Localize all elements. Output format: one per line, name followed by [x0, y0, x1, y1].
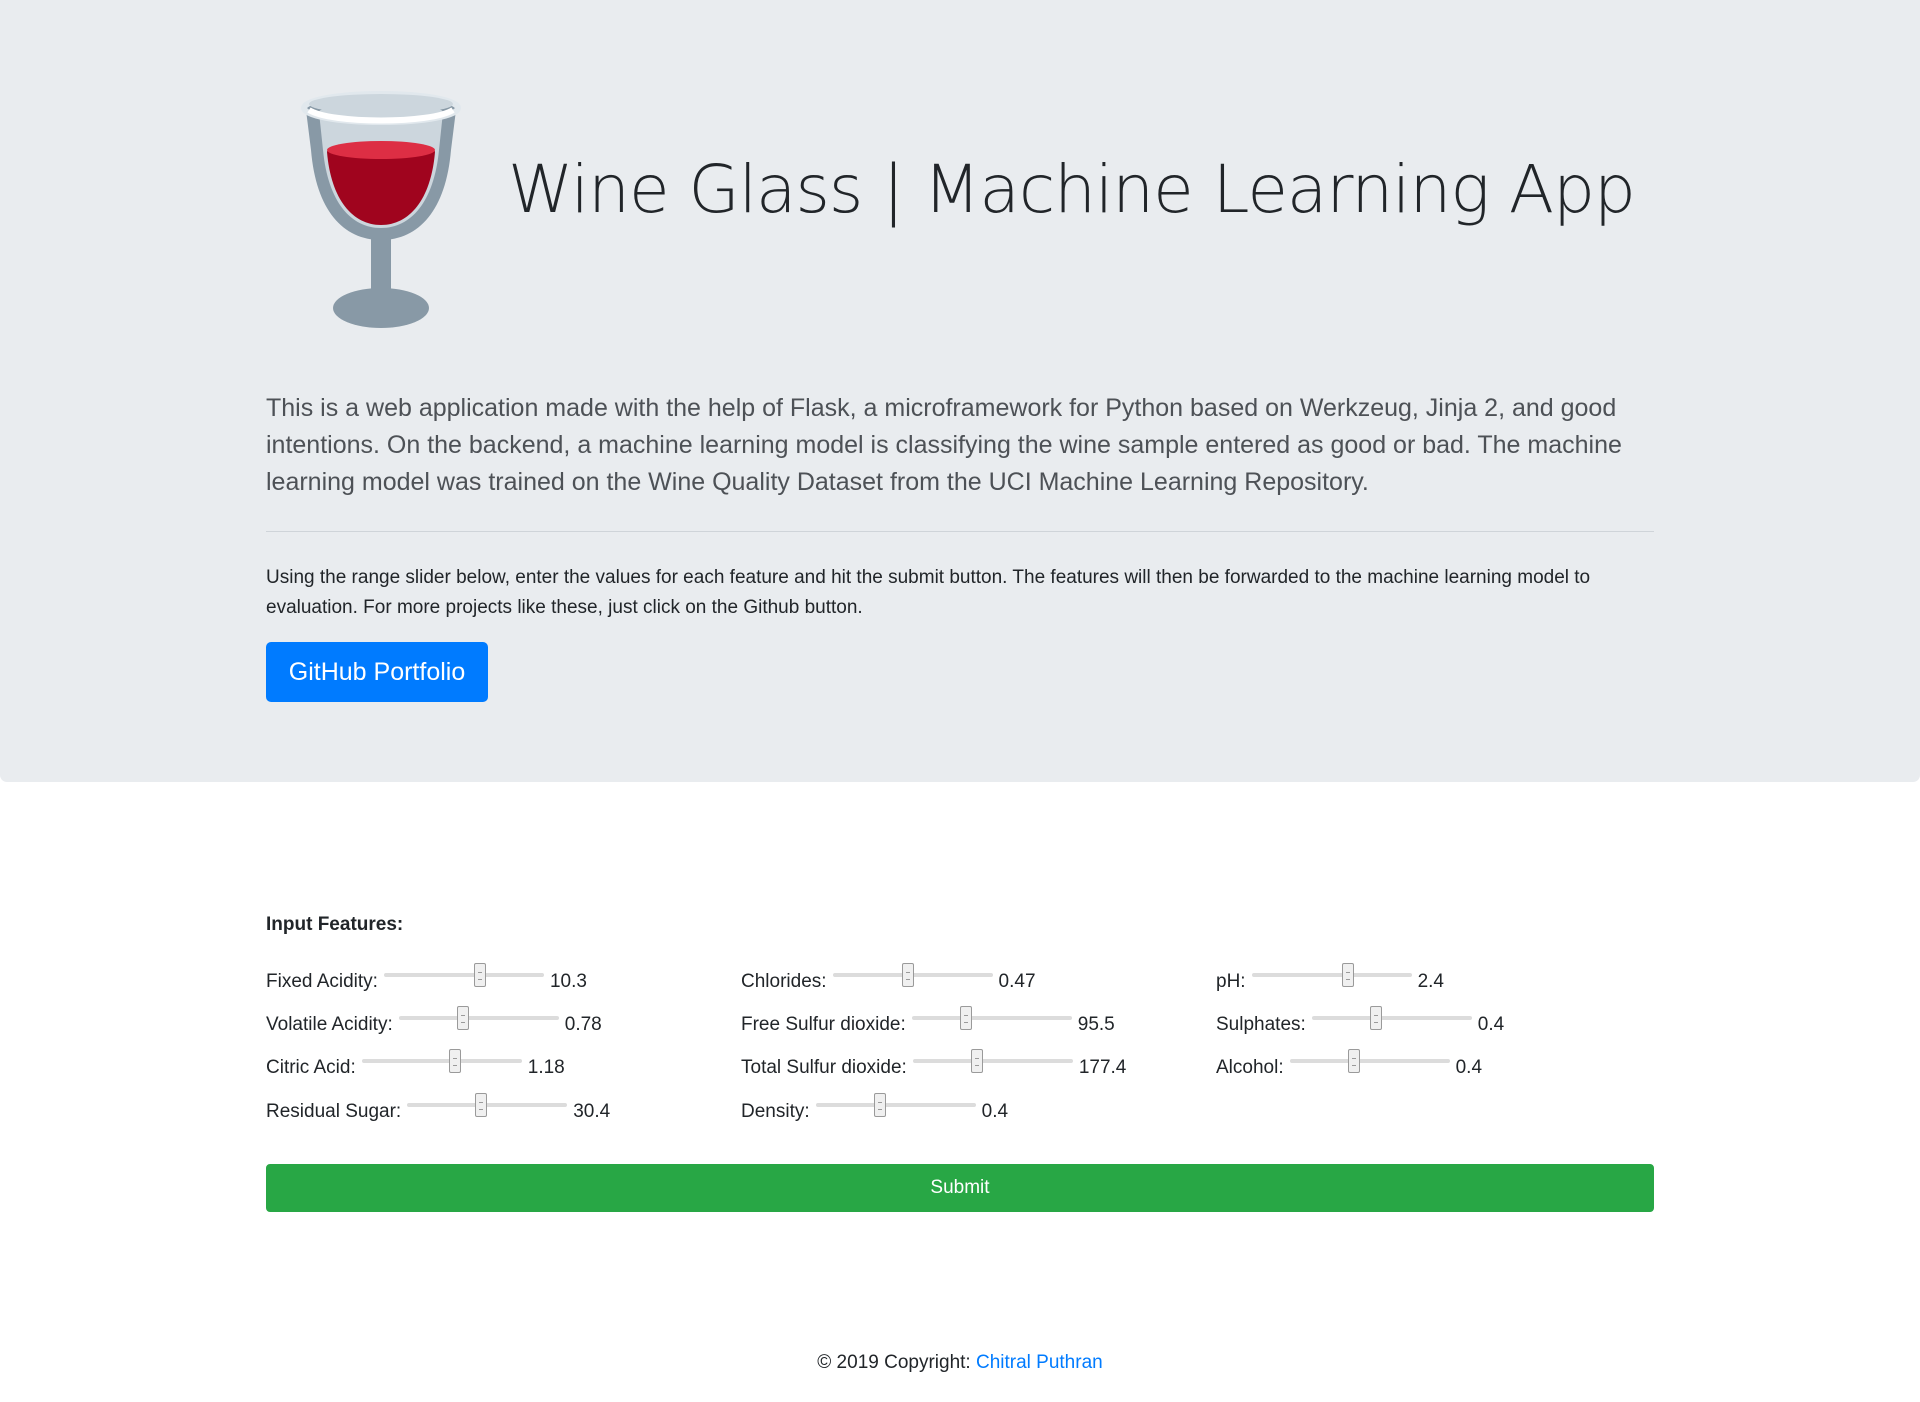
slider-thumb[interactable]: [1347, 1049, 1360, 1073]
feature-density: Density: 0.4: [741, 1092, 1008, 1132]
slider-thumb[interactable]: [448, 1049, 461, 1073]
feature-label: Citric Acid:: [266, 1057, 356, 1078]
github-portfolio-button[interactable]: GitHub Portfolio: [266, 642, 488, 702]
citric-acid-slider[interactable]: [361, 1049, 522, 1073]
slider-thumb[interactable]: [970, 1049, 983, 1073]
feature-value: 0.4: [981, 1101, 1009, 1122]
feature-chlorides: Chlorides: 0.47: [741, 962, 1036, 1002]
feature-residual-sugar: Residual Sugar: 30.4: [266, 1092, 610, 1132]
input-features-heading: Input Features:: [266, 914, 404, 935]
feature-label: Free Sulfur dioxide:: [741, 1014, 906, 1035]
slider-thumb[interactable]: [1341, 963, 1354, 987]
instructions-text: Using the range slider below, enter the …: [266, 567, 1591, 618]
app-description: This is a web application made with the …: [266, 394, 1622, 496]
feature-label: Alcohol:: [1216, 1057, 1284, 1078]
chlorides-slider[interactable]: [832, 963, 993, 987]
feature-volatile-acidity: Volatile Acidity: 0.78: [266, 1005, 602, 1045]
slider-thumb[interactable]: [456, 1006, 469, 1030]
divider: [266, 531, 1654, 532]
feature-value: 10.3: [549, 971, 587, 992]
feature-fixed-acidity: Fixed Acidity: 10.3: [266, 962, 587, 1002]
slider-thumb[interactable]: [901, 963, 914, 987]
free-sulfur-dioxide-slider[interactable]: [911, 1006, 1072, 1030]
sulphates-slider[interactable]: [1311, 1006, 1472, 1030]
feature-value: 0.4: [1477, 1014, 1505, 1035]
feature-value: 30.4: [573, 1101, 611, 1122]
feature-alcohol: Alcohol: 0.4: [1216, 1048, 1482, 1088]
residual-sugar-slider[interactable]: [407, 1093, 568, 1117]
feature-value: 1.18: [527, 1057, 565, 1078]
total-sulfur-dioxide-slider[interactable]: [912, 1049, 1073, 1073]
feature-sulphates: Sulphates: 0.4: [1216, 1005, 1504, 1045]
author-link[interactable]: Chitral Puthran: [976, 1352, 1103, 1373]
feature-label: Residual Sugar:: [266, 1101, 402, 1122]
fixed-acidity-slider[interactable]: [383, 963, 544, 987]
slider-thumb[interactable]: [473, 963, 486, 987]
volatile-acidity-slider[interactable]: [398, 1006, 559, 1030]
ph-slider[interactable]: [1251, 963, 1412, 987]
slider-thumb[interactable]: [1369, 1006, 1382, 1030]
slider-thumb[interactable]: [960, 1006, 973, 1030]
footer: © 2019 Copyright: Chitral Puthran: [0, 1352, 1920, 1374]
feature-free-sulfur-dioxide: Free Sulfur dioxide: 95.5: [741, 1005, 1115, 1045]
submit-button[interactable]: Submit: [266, 1164, 1654, 1212]
copyright-text: © 2019 Copyright:: [817, 1352, 971, 1373]
feature-label: Sulphates:: [1216, 1014, 1306, 1035]
feature-label: Volatile Acidity:: [266, 1014, 393, 1035]
feature-value: 2.4: [1417, 971, 1444, 992]
page-title: Wine Glass | Machine Learning App: [508, 151, 1636, 228]
feature-total-sulfur-dioxide: Total Sulfur dioxide: 177.4: [741, 1048, 1126, 1088]
feature-label: Total Sulfur dioxide:: [741, 1057, 907, 1078]
feature-label: pH:: [1216, 971, 1246, 992]
feature-value: 0.4: [1455, 1057, 1483, 1078]
feature-value: 95.5: [1077, 1014, 1115, 1035]
density-slider[interactable]: [815, 1093, 976, 1117]
feature-value: 0.47: [998, 971, 1036, 992]
feature-label: Chlorides:: [741, 971, 827, 992]
jumbotron-header: Wine Glass | Machine Learning App This i…: [0, 0, 1920, 782]
feature-ph: pH: 2.4: [1216, 962, 1444, 1002]
feature-label: Density:: [741, 1101, 810, 1122]
slider-thumb[interactable]: [873, 1093, 886, 1117]
alcohol-slider[interactable]: [1289, 1049, 1450, 1073]
feature-value: 0.78: [564, 1014, 602, 1035]
feature-value: 177.4: [1078, 1057, 1127, 1078]
wine-glass-icon: [301, 91, 461, 328]
slider-thumb[interactable]: [474, 1093, 487, 1117]
feature-label: Fixed Acidity:: [266, 971, 378, 992]
hero: Wine Glass | Machine Learning App: [266, 60, 1654, 340]
feature-citric-acid: Citric Acid: 1.18: [266, 1048, 565, 1088]
